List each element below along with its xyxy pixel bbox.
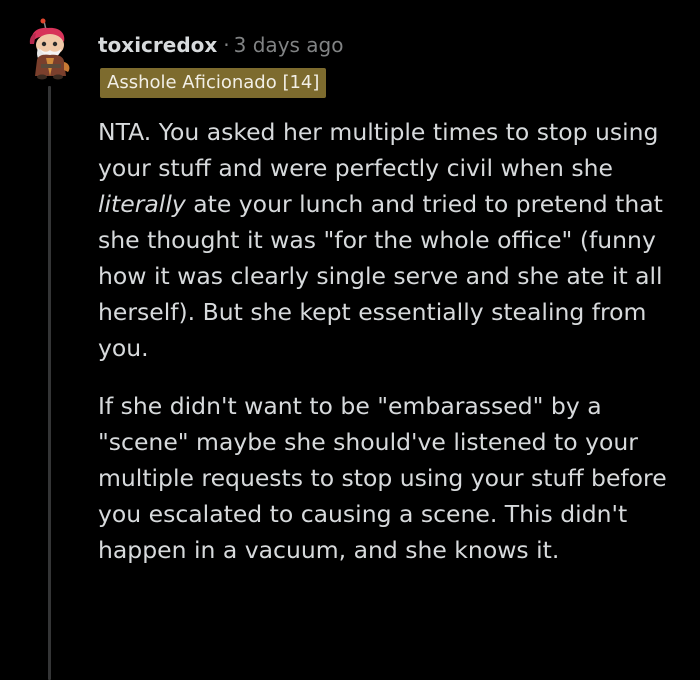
user-flair: Asshole Aficionado [14]: [100, 68, 327, 98]
separator-dot: ·: [223, 33, 230, 57]
comment-paragraph-1: NTA. You asked her multiple times to sto…: [98, 114, 690, 366]
comment: toxicredox · 3 days ago Asshole Aficionado…: [0, 0, 700, 680]
avatar[interactable]: [24, 18, 78, 80]
comment-body: NTA. You asked her multiple times to sto…: [98, 114, 690, 568]
comment-paragraph-2: If she didn't want to be "embarassed" by…: [98, 392, 667, 564]
paragraph-1-emphasis: literally: [98, 190, 186, 218]
comment-header: toxicredox · 3 days ago: [98, 28, 344, 62]
thread-collapse-line[interactable]: [48, 86, 51, 680]
username-link[interactable]: toxicredox: [98, 33, 217, 57]
paragraph-1-text-start: NTA. You asked her multiple times to sto…: [98, 118, 659, 182]
timestamp[interactable]: 3 days ago: [234, 33, 344, 57]
snoo-avatar-icon: [29, 18, 70, 80]
